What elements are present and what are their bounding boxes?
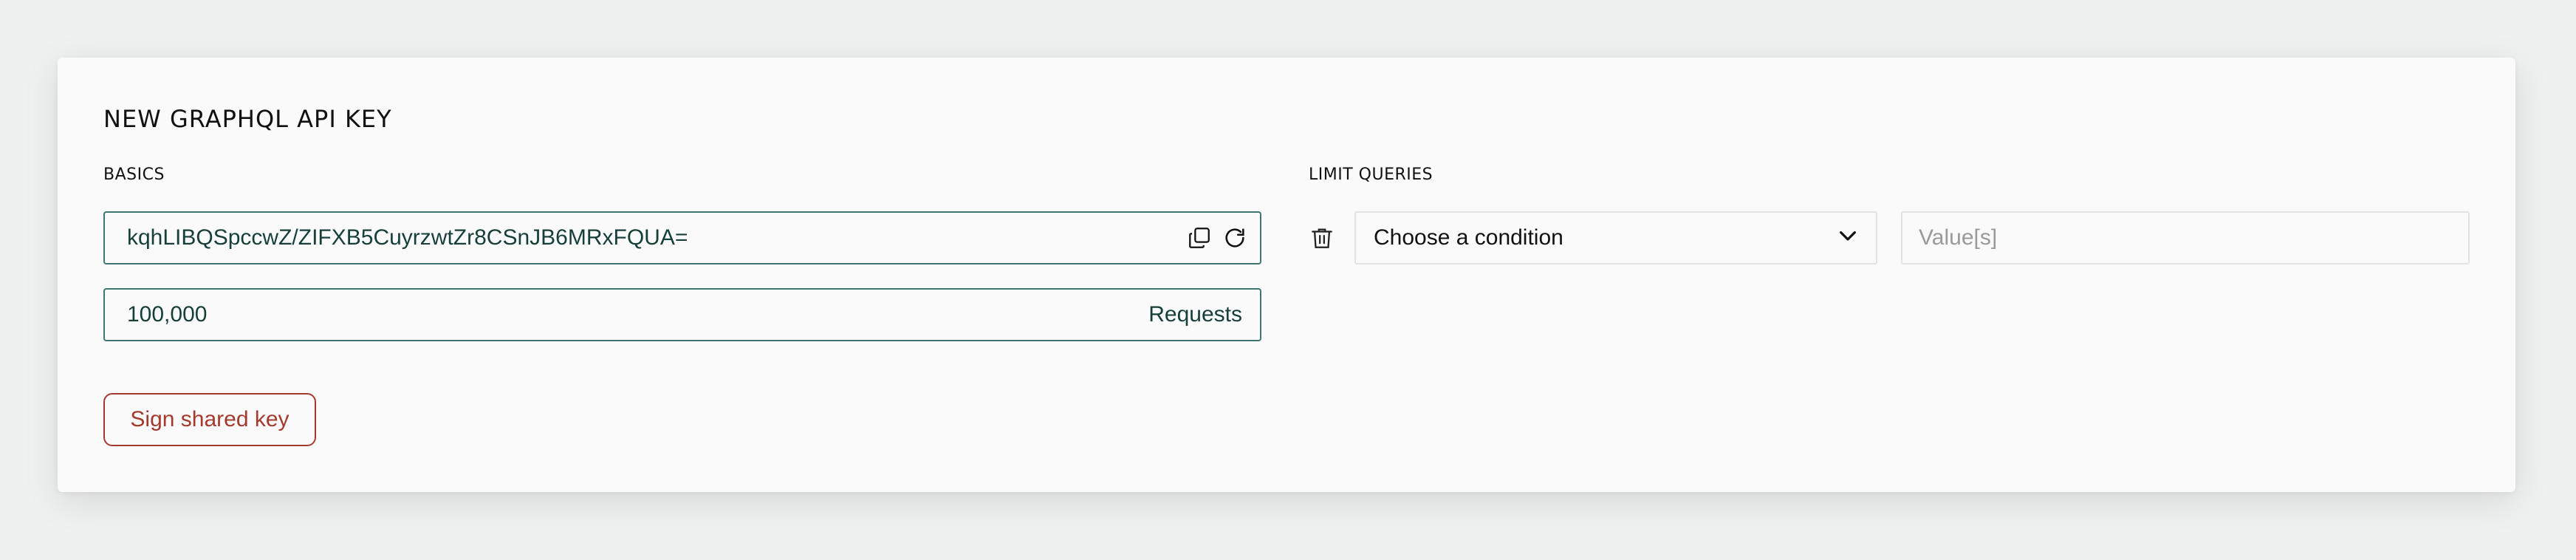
requests-field[interactable]: 100,000 Requests <box>103 288 1261 341</box>
value-input[interactable] <box>1901 211 2470 264</box>
refresh-icon[interactable] <box>1220 223 1250 253</box>
api-key-card: NEW GRAPHQL API KEY BASICS LIMIT QUERIES… <box>58 58 2515 492</box>
sign-shared-key-button[interactable]: Sign shared key <box>103 393 316 446</box>
condition-select[interactable]: Choose a condition <box>1354 211 1877 264</box>
condition-select-value: Choose a condition <box>1374 225 1563 250</box>
page-title: NEW GRAPHQL API KEY <box>103 105 392 133</box>
chevron-down-icon <box>1836 225 1860 252</box>
requests-value: 100,000 <box>127 302 208 327</box>
api-key-value: kqhLIBQSpccwZ/ZIFXB5CuyrzwtZr8CSnJB6MRxF… <box>127 225 688 250</box>
api-key-field[interactable]: kqhLIBQSpccwZ/ZIFXB5CuyrzwtZr8CSnJB6MRxF… <box>103 211 1261 264</box>
limit-queries-label: LIMIT QUERIES <box>1309 165 1433 184</box>
basics-label: BASICS <box>103 165 165 184</box>
requests-suffix: Requests <box>1148 302 1242 327</box>
trash-icon[interactable] <box>1306 222 1338 254</box>
copy-icon[interactable] <box>1185 223 1214 253</box>
